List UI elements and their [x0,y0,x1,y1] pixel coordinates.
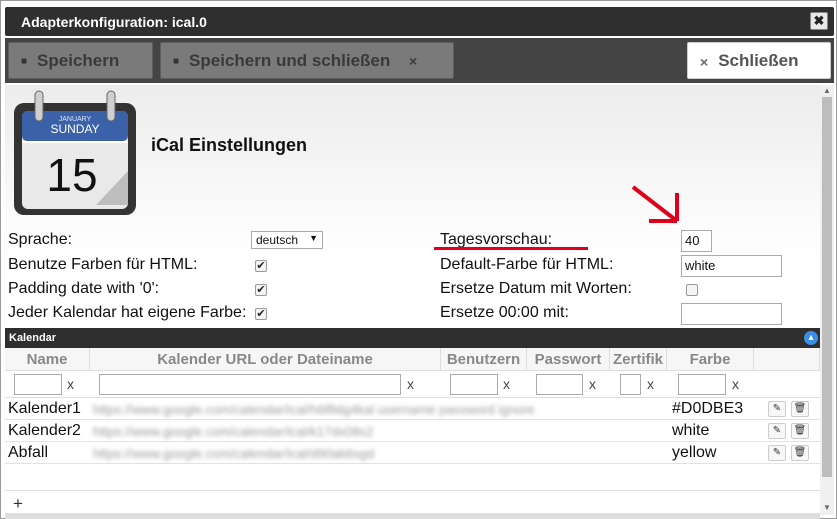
language-label: Sprache: [8,231,73,248]
close-label: Schließen [718,51,799,70]
row-color: yellow [672,444,717,461]
scrollbar-thumb[interactable] [822,97,832,477]
grid-title: Kalendar [9,332,57,344]
close-icon: × [409,53,418,69]
adapter-config-window: Adapterkonfiguration: ical.0 ✖ ■ Speicher… [0,0,837,519]
row-name: Abfall [8,444,49,461]
scroll-up-icon[interactable]: ▲ [823,86,831,95]
add-row-button[interactable]: + [13,494,23,514]
filter-user-clear[interactable]: x [503,376,510,392]
edit-icon[interactable]: ✎ [768,445,786,461]
calendar-grid-header: Kalendar ▴ [5,328,820,348]
use-colors-label: Benutze Farben für HTML: [8,256,198,273]
table-row[interactable]: Kalender2 https://www.google.com/calenda… [5,420,820,442]
save-icon: ■ [21,55,28,67]
edit-icon[interactable]: ✎ [768,401,786,417]
filter-color-input[interactable] [678,374,726,395]
save-icon: ■ [173,55,180,67]
col-header-cert[interactable]: Zertifik [610,348,667,371]
filter-name-input[interactable] [14,374,62,395]
trash-icon[interactable]: 🗑 [791,445,809,461]
trash-icon[interactable]: 🗑 [791,423,809,439]
trash-icon[interactable]: 🗑 [791,401,809,417]
red-underline-annotation [434,247,588,250]
row-url: https://www.google.com/calendar/ical/h6f… [93,402,535,417]
toolbar: ■ Speichern ■ Speichern und schließen × × S… [5,38,834,83]
col-header-actions [754,348,820,371]
logo-day: SUNDAY [50,122,99,136]
filter-color-clear[interactable]: x [732,376,739,392]
chevron-down-icon: ▼ [309,233,318,243]
col-header-user[interactable]: Benutzern [441,348,527,371]
filter-row: x x x x x x [5,371,820,398]
col-header-password[interactable]: Passwort [527,348,610,371]
filter-password-clear[interactable]: x [589,376,596,392]
horizontal-scrollbar[interactable] [5,513,820,519]
use-colors-checkbox[interactable]: ✔ [255,260,267,272]
default-color-input[interactable]: white [681,255,782,277]
close-icon: × [700,53,709,70]
replace-midnight-label: Ersetze 00:00 mit: [440,304,569,321]
calendar-logo: JANUARY SUNDAY 15 [14,90,136,215]
filter-password-input[interactable] [536,374,583,395]
window-title: Adapterkonfiguration: ical.0 [21,14,207,30]
page-title: iCal Einstellungen [151,135,308,155]
window-close-button[interactable]: ✖ [810,12,828,30]
filter-url-input[interactable] [99,374,401,395]
filter-cert-input[interactable] [620,374,641,395]
collapse-icon[interactable]: ▴ [804,331,818,345]
close-button[interactable]: × Schließen [687,42,831,79]
col-header-name[interactable]: Name [5,348,90,371]
replace-midnight-input[interactable] [681,303,782,325]
red-arrow-annotation [631,185,679,223]
col-header-color[interactable]: Farbe [667,348,754,371]
save-close-label: Speichern und schließen [189,51,391,70]
replace-date-label: Ersetze Datum mit Worten: [440,280,632,297]
row-name: Kalender1 [8,400,81,417]
row-color: #D0DBE3 [672,400,744,417]
language-select[interactable]: deutsch ▼ [251,231,323,249]
table-row[interactable]: Abfall https://www.google.com/calendar/i… [5,442,820,464]
own-color-checkbox[interactable]: ✔ [255,308,267,320]
row-url: https://www.google.com/calendar/ical/k17… [93,424,374,439]
row-color: white [672,422,710,439]
save-button[interactable]: ■ Speichern [8,42,153,79]
filter-name-clear[interactable]: x [67,376,74,392]
save-label: Speichern [37,51,120,70]
filter-cert-clear[interactable]: x [647,376,654,392]
default-color-label: Default-Farbe für HTML: [440,256,614,273]
filter-url-clear[interactable]: x [407,376,414,392]
edit-icon[interactable]: ✎ [768,423,786,439]
col-header-url[interactable]: Kalender URL oder Dateiname [90,348,441,371]
table-row[interactable]: Kalender1 https://www.google.com/calenda… [5,398,820,420]
language-value: deutsch [256,233,299,247]
days-preview-input[interactable]: 40 [681,230,712,252]
padding-label: Padding date with '0': [8,280,160,297]
scroll-down-icon[interactable]: ▼ [823,503,831,512]
save-and-close-button[interactable]: ■ Speichern und schließen × [160,42,454,79]
title-bar: Adapterkonfiguration: ical.0 ✖ [5,7,834,36]
filter-user-input[interactable] [450,374,498,395]
vertical-scrollbar[interactable]: ▲ ▼ [820,85,834,515]
replace-date-checkbox[interactable] [686,284,698,296]
own-color-label: Jeder Kalendar hat eigene Farbe: [8,304,247,321]
padding-checkbox[interactable]: ✔ [255,284,267,296]
logo-date: 15 [46,149,97,201]
row-name: Kalender2 [8,422,81,439]
row-url: https://www.google.com/calendar/ical/d90… [93,446,375,461]
